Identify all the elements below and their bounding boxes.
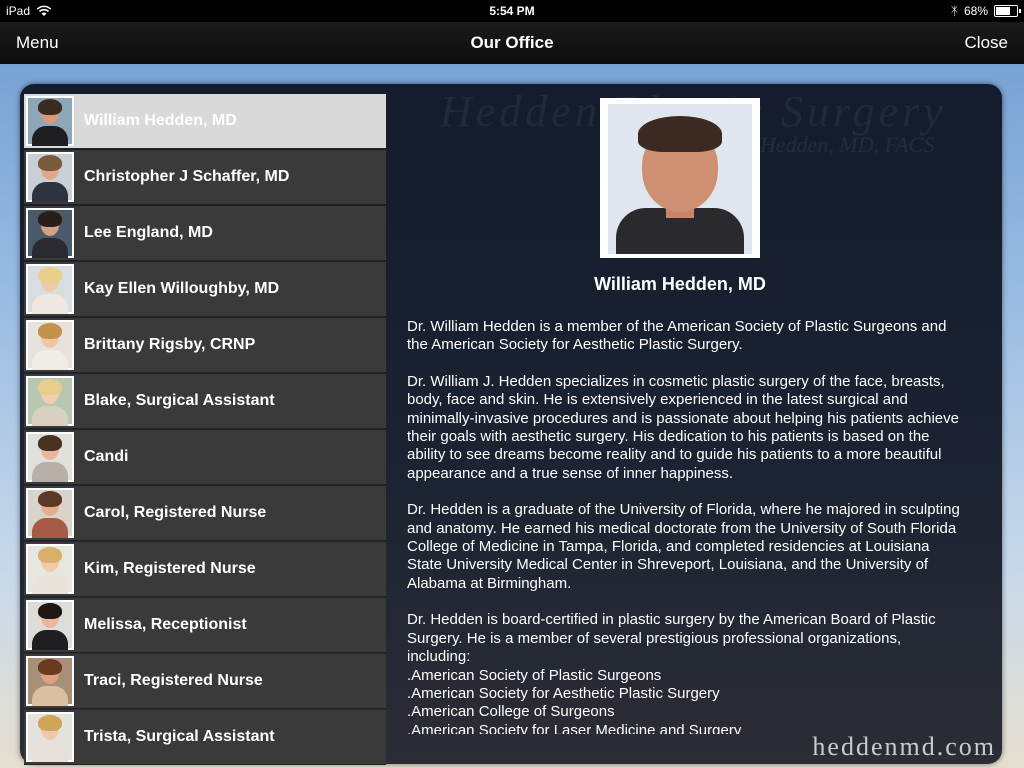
staff-photo — [26, 320, 74, 370]
page-title: Our Office — [470, 33, 554, 52]
staff-name: William Hedden, MD — [84, 112, 237, 129]
staff-row[interactable]: William Hedden, MD — [24, 94, 386, 149]
staff-name: Christopher J Schaffer, MD — [84, 168, 290, 185]
staff-photo — [26, 432, 74, 482]
staff-photo — [26, 152, 74, 202]
watermark-website: heddenmd.com — [812, 732, 996, 761]
staff-name: Kay Ellen Willoughby, MD — [84, 280, 280, 297]
staff-photo — [26, 600, 74, 650]
staff-photo — [26, 544, 74, 594]
staff-photo — [26, 656, 74, 706]
staff-photo — [26, 376, 74, 426]
battery-icon — [994, 5, 1021, 17]
staff-list: William Hedden, MD Christopher J Schaffer… — [24, 94, 386, 766]
bio-paragraph: Dr. Hedden is board-certified in plastic… — [407, 611, 936, 666]
staff-name: Blake, Surgical Assistant — [84, 392, 275, 409]
bio-paragraph: Dr. William Hedden is a member of the Am… — [407, 318, 947, 354]
staff-row[interactable]: Melissa, Receptionist — [24, 598, 386, 653]
staff-row[interactable]: Candi — [24, 430, 386, 485]
status-time: 5:54 PM — [489, 4, 535, 18]
staff-row[interactable]: Kim, Registered Nurse — [24, 542, 386, 597]
watermark-sub: Hedden, MD, FACS — [760, 132, 935, 157]
staff-row[interactable]: Christopher J Schaffer, MD — [24, 150, 386, 205]
membership-item: .American Society of Plastic Surgeons — [407, 666, 662, 684]
staff-row[interactable]: Traci, Registered Nurse — [24, 654, 386, 709]
bio-paragraph: Dr. William J. Hedden specializes in cos… — [407, 372, 959, 482]
staff-name: Carol, Registered Nurse — [84, 504, 267, 521]
staff-name: Kim, Registered Nurse — [84, 560, 256, 577]
staff-row[interactable]: Lee England, MD — [24, 206, 386, 261]
staff-row[interactable]: Carol, Registered Nurse — [24, 486, 386, 541]
staff-row[interactable]: Blake, Surgical Assistant — [24, 374, 386, 429]
bluetooth-icon: ᛡ — [950, 4, 958, 18]
staff-photo — [26, 488, 74, 538]
close-button[interactable]: Close — [965, 33, 1008, 53]
battery-percent: 68% — [963, 4, 988, 18]
detail-name: William Hedden, MD — [594, 274, 766, 294]
staff-name: Candi — [84, 448, 129, 465]
navigation-bar: Menu Our Office Close — [0, 22, 1024, 64]
staff-name: Traci, Registered Nurse — [84, 672, 263, 689]
membership-list: .American Society of Plastic Surgeons .A… — [407, 667, 967, 735]
staff-name: Trista, Surgical Assistant — [84, 728, 275, 745]
staff-photo — [26, 208, 74, 258]
doctor-photo — [600, 98, 760, 258]
staff-photo — [26, 96, 74, 146]
staff-photo — [26, 712, 74, 762]
staff-row[interactable]: Brittany Rigsby, CRNP — [24, 318, 386, 373]
status-bar: iPad 5:54 PM ᛡ 68% — [0, 0, 1024, 22]
staff-row[interactable]: Trista, Surgical Assistant — [24, 710, 386, 765]
staff-photo — [26, 264, 74, 314]
bio-text: Dr. William Hedden is a member of the Am… — [407, 318, 967, 734]
membership-item: .American Society for Aesthetic Plastic … — [407, 684, 720, 702]
staff-name: Brittany Rigsby, CRNP — [84, 336, 256, 353]
staff-name: Melissa, Receptionist — [84, 616, 247, 633]
membership-item: .American College of Surgeons — [407, 703, 615, 721]
bio-paragraph: Dr. Hedden is a graduate of the Universi… — [407, 501, 960, 592]
staff-row[interactable]: Kay Ellen Willoughby, MD — [24, 262, 386, 317]
staff-name: Lee England, MD — [84, 224, 213, 241]
